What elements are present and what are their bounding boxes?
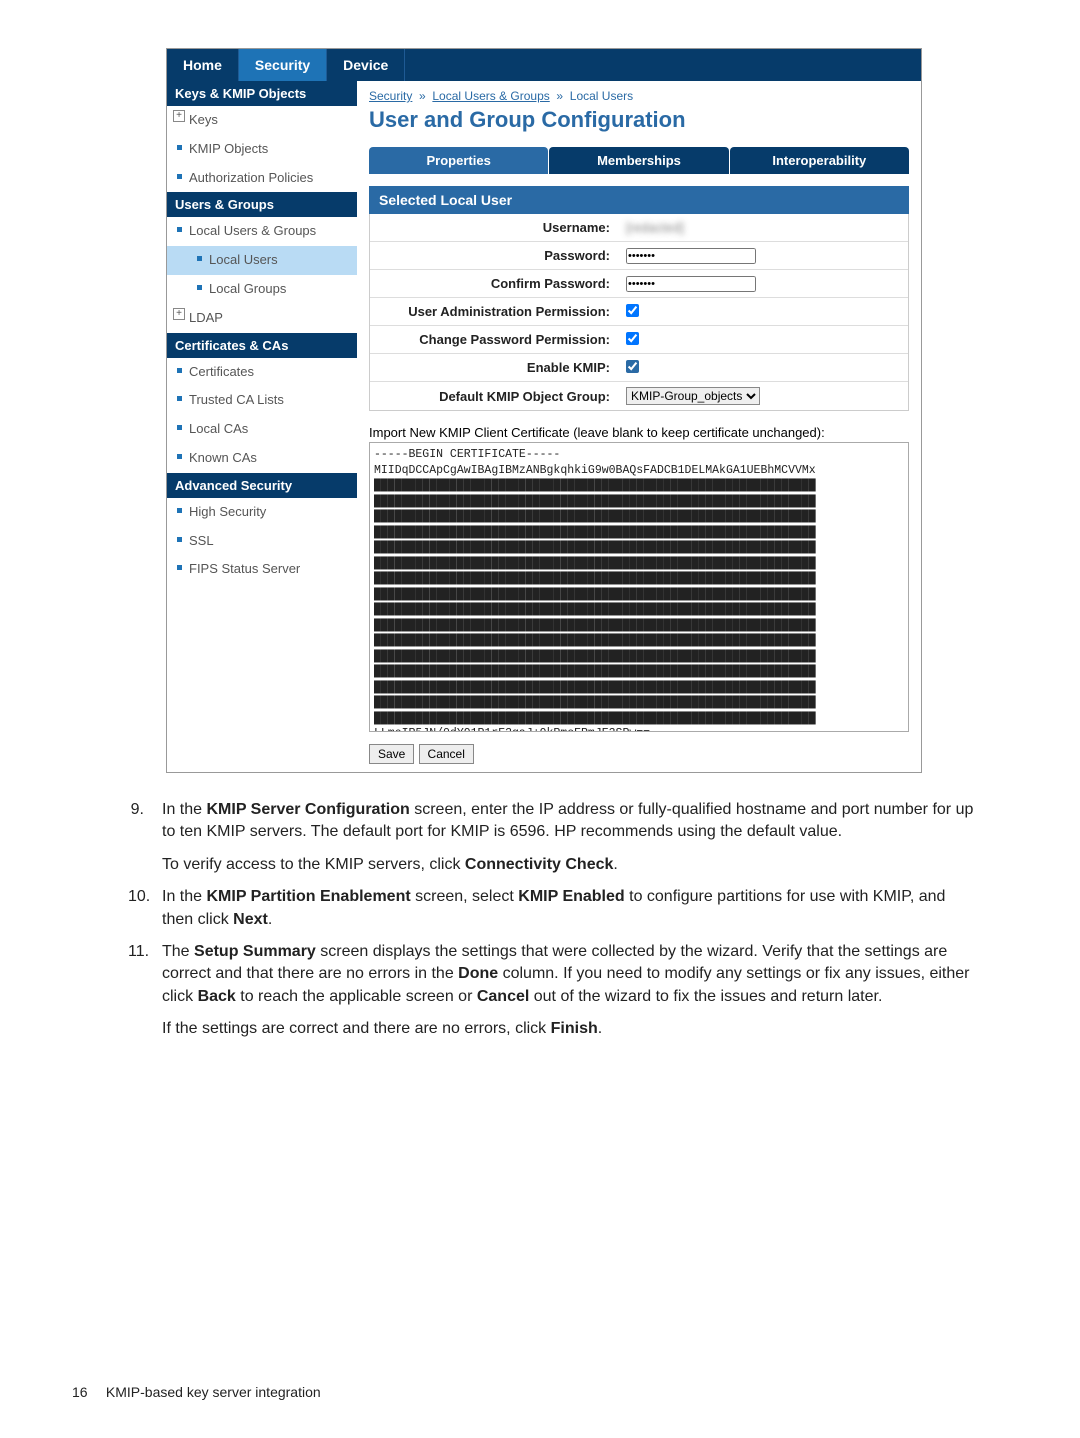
checkbox-admin-permission[interactable] — [626, 304, 639, 317]
breadcrumb: Security » Local Users & Groups » Local … — [369, 89, 909, 103]
textarea-certificate[interactable] — [369, 442, 909, 732]
inner-tabs: Properties Memberships Interoperability — [369, 147, 909, 174]
page-number: 16 — [72, 1384, 102, 1400]
sidebar-item-keys[interactable]: Keys — [167, 106, 357, 135]
label-confirm-password: Confirm Password: — [370, 276, 620, 291]
tab-home[interactable]: Home — [167, 49, 239, 81]
sidebar-item-known-cas[interactable]: Known CAs — [167, 444, 357, 473]
sidebar-item-local-groups[interactable]: Local Groups — [167, 275, 357, 304]
label-username: Username: — [370, 220, 620, 235]
step-text-11: The Setup Summary screen displays the se… — [162, 941, 980, 1041]
sidebar-item-local-users[interactable]: Local Users — [167, 246, 357, 275]
step-text-10: In the KMIP Partition Enablement screen,… — [162, 886, 980, 931]
label-admin-permission: User Administration Permission: — [370, 304, 620, 319]
label-default-kmip-group: Default KMIP Object Group: — [370, 389, 620, 404]
sidebar-item-kmip-objects[interactable]: KMIP Objects — [167, 135, 357, 164]
page-footer: 16 KMIP-based key server integration — [72, 1384, 321, 1400]
main-content: Security » Local Users & Groups » Local … — [357, 81, 921, 772]
panel-header-selected-user: Selected Local User — [369, 186, 909, 214]
sidebar-section-certs-cas: Certificates & CAs — [167, 333, 357, 358]
input-confirm-password[interactable] — [626, 276, 756, 292]
select-default-kmip-group[interactable]: KMIP-Group_objects — [626, 387, 760, 405]
step-text-9: In the KMIP Server Configuration screen,… — [162, 799, 980, 876]
tab-properties[interactable]: Properties — [369, 147, 548, 174]
label-import-cert: Import New KMIP Client Certificate (leav… — [369, 425, 909, 440]
sidebar-section-keys-kmip: Keys & KMIP Objects — [167, 81, 357, 106]
save-button[interactable]: Save — [369, 744, 414, 764]
input-password[interactable] — [626, 248, 756, 264]
sidebar-item-ssl[interactable]: SSL — [167, 527, 357, 556]
sidebar-section-advanced: Advanced Security — [167, 473, 357, 498]
step-number-10: 10. — [128, 886, 162, 931]
checkbox-change-pwd[interactable] — [626, 332, 639, 345]
sidebar-item-local-users-groups[interactable]: Local Users & Groups — [167, 217, 357, 246]
sidebar: Keys & KMIP Objects Keys KMIP Objects Au… — [167, 81, 357, 772]
checkbox-enable-kmip[interactable] — [626, 360, 639, 373]
screenshot-panel: Home Security Device Keys & KMIP Objects… — [166, 48, 922, 773]
value-username: [redacted] — [620, 218, 908, 237]
tab-interoperability[interactable]: Interoperability — [730, 147, 909, 174]
sidebar-item-fips-status[interactable]: FIPS Status Server — [167, 555, 357, 584]
sidebar-item-trusted-ca[interactable]: Trusted CA Lists — [167, 386, 357, 415]
step-number-11: 11. — [128, 941, 162, 1041]
breadcrumb-security[interactable]: Security — [369, 89, 412, 103]
page-title: User and Group Configuration — [369, 107, 909, 133]
footer-title: KMIP-based key server integration — [106, 1384, 321, 1400]
user-form: Username: [redacted] Password: Confirm P… — [369, 214, 909, 411]
breadcrumb-local-users-groups[interactable]: Local Users & Groups — [432, 89, 549, 103]
tab-memberships[interactable]: Memberships — [549, 147, 728, 174]
label-enable-kmip: Enable KMIP: — [370, 360, 620, 375]
tab-security[interactable]: Security — [239, 49, 327, 81]
label-change-pwd-permission: Change Password Permission: — [370, 332, 620, 347]
sidebar-item-certificates[interactable]: Certificates — [167, 358, 357, 387]
label-password: Password: — [370, 248, 620, 263]
step-number-9: 9. — [128, 799, 162, 876]
cancel-button[interactable]: Cancel — [419, 744, 474, 764]
sidebar-item-local-cas[interactable]: Local CAs — [167, 415, 357, 444]
sidebar-section-users-groups: Users & Groups — [167, 192, 357, 217]
tab-device[interactable]: Device — [327, 49, 405, 81]
sidebar-item-ldap[interactable]: LDAP — [167, 304, 357, 333]
breadcrumb-local-users: Local Users — [570, 89, 633, 103]
sidebar-item-high-security[interactable]: High Security — [167, 498, 357, 527]
top-tabs: Home Security Device — [167, 49, 921, 81]
sidebar-item-auth-policies[interactable]: Authorization Policies — [167, 164, 357, 193]
instruction-list: 9. In the KMIP Server Configuration scre… — [128, 799, 980, 1041]
